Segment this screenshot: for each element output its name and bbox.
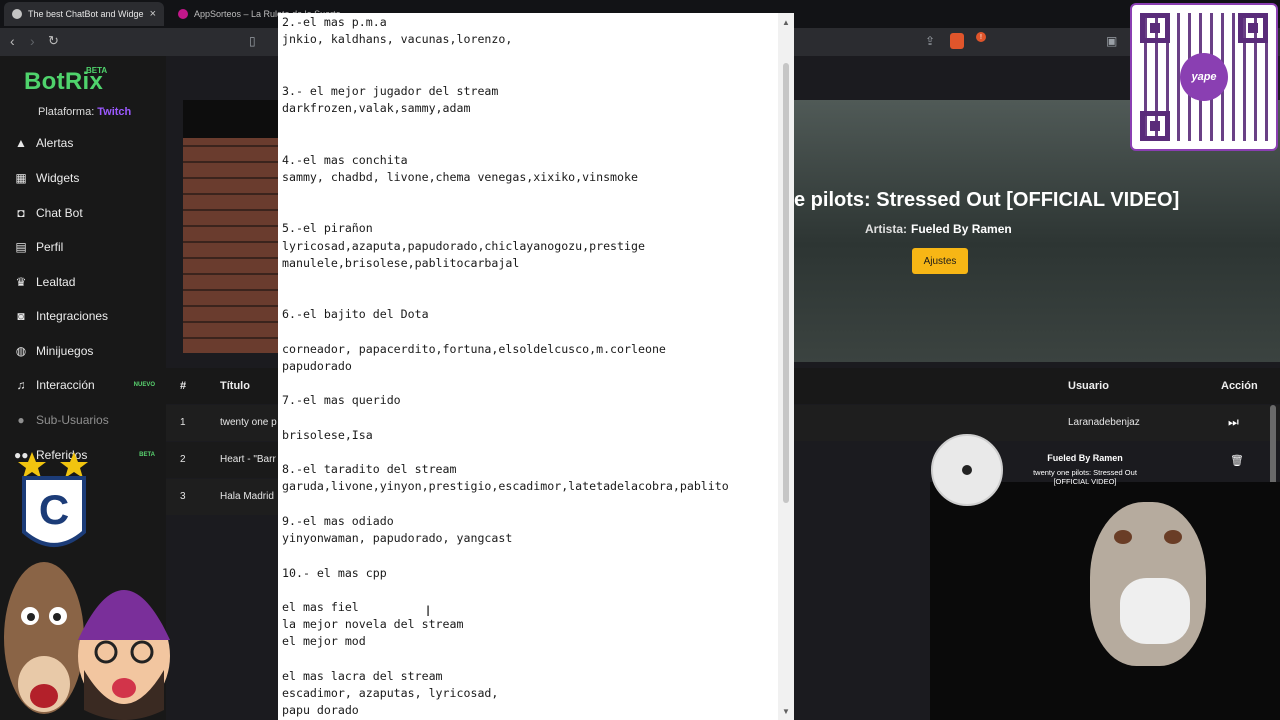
platform-value[interactable]: Twitch xyxy=(97,106,131,118)
sidebar-item-perfil[interactable]: ▤ Perfil xyxy=(14,236,164,258)
column-number: # xyxy=(180,380,187,392)
robot-icon: ◘ xyxy=(17,206,25,220)
tab-title: The best ChatBot and Widge xyxy=(28,9,144,19)
back-icon[interactable]: ‹ xyxy=(10,33,15,49)
reload-icon[interactable]: ↻ xyxy=(48,33,59,49)
donkey-mouth xyxy=(30,684,58,708)
row-number: 3 xyxy=(180,491,186,502)
column-action: Acción xyxy=(1221,380,1258,392)
speaker-icon xyxy=(12,9,22,19)
row-title: Hala Madrid xyxy=(220,491,274,502)
row-number: 2 xyxy=(180,454,186,465)
music-icon: ♫ xyxy=(16,378,26,392)
artist-line: Artista: Fueled By Ramen xyxy=(865,222,1012,236)
qr-finder xyxy=(1140,111,1170,141)
album-art-disc xyxy=(931,434,1003,506)
logo-beta-badge: BETA xyxy=(86,66,108,75)
column-user: Usuario xyxy=(1068,380,1109,392)
rewards-badge-icon[interactable]: ! xyxy=(976,32,986,42)
video-frame xyxy=(183,138,283,353)
text-cursor-icon: I xyxy=(426,604,431,620)
svg-text:C: C xyxy=(39,486,69,533)
monkey-mask xyxy=(1090,502,1206,666)
sidebar-item-integraciones[interactable]: ◙ Integraciones xyxy=(14,305,164,327)
id-card-icon: ▤ xyxy=(15,240,27,254)
sidebar-item-label: Minijuegos xyxy=(36,344,94,358)
sidebar-item-label: Sub-Usuarios xyxy=(36,413,109,427)
mascot-overlay: C xyxy=(4,452,170,720)
share-icon[interactable]: ⇪ xyxy=(925,34,935,48)
qr-finder xyxy=(1238,13,1268,43)
queue-user: Laranadebenjaz xyxy=(1068,417,1140,428)
sidebar-item-minijuegos[interactable]: ◍ Minijuegos xyxy=(14,340,164,362)
star-icon xyxy=(60,452,88,478)
warning-icon: ▲ xyxy=(15,136,27,150)
new-badge: NUEVO xyxy=(133,382,155,388)
overlay-song-title: twenty one pilots: Stressed Out [OFFICIA… xyxy=(1033,468,1137,486)
queue-scrollbar[interactable] xyxy=(1270,405,1276,487)
bookmark-icon[interactable]: ▯ xyxy=(249,34,256,48)
row-number: 1 xyxy=(180,417,186,428)
sidebar-item-interaccion[interactable]: ♫ Interacción NUEVO xyxy=(14,374,164,396)
yape-qr-code: yape xyxy=(1130,3,1278,151)
mask-snout xyxy=(1120,578,1190,644)
sidebar-item-subusuarios[interactable]: ● Sub-Usuarios xyxy=(14,409,164,431)
skip-icon[interactable]: ⏭ xyxy=(1228,415,1239,430)
queue-header: Usuario Acción xyxy=(794,368,1280,404)
gamepad-icon: ◍ xyxy=(15,344,27,358)
row-title: twenty one p xyxy=(220,417,277,428)
trophy-icon: ♛ xyxy=(15,275,27,289)
eye-left xyxy=(1114,530,1132,544)
row-title: Heart - "Barr xyxy=(220,454,276,465)
close-tab-icon[interactable]: × xyxy=(150,8,156,20)
notepad-window[interactable]: 2.-el mas p.m.a jnkio, kaldhans, vacunas… xyxy=(278,13,794,720)
sidebar-item-label: Chat Bot xyxy=(36,206,83,220)
notepad-scrollbar[interactable]: ▲ ▼ xyxy=(778,13,794,720)
video-preview-left[interactable] xyxy=(183,100,283,353)
settings-button[interactable]: Ajustes xyxy=(912,248,968,274)
sidebar-item-label: Integraciones xyxy=(36,309,109,323)
queue-row[interactable]: Laranadebenjaz ⏭ xyxy=(794,405,1280,441)
star-icon xyxy=(18,452,46,478)
artist-name: Fueled By Ramen xyxy=(911,222,1012,236)
sidebar-item-label: Perfil xyxy=(36,240,64,254)
appsorteos-favicon-icon xyxy=(178,9,188,19)
sidebar-item-widgets[interactable]: ▦ Widgets xyxy=(14,167,164,189)
scroll-down-icon[interactable]: ▼ xyxy=(778,702,794,720)
sidebar-item-label: Lealtad xyxy=(36,275,76,289)
eye-right xyxy=(1164,530,1182,544)
trash-icon[interactable]: 🗑 xyxy=(1230,454,1244,467)
browser-tab-botrix[interactable]: The best ChatBot and Widge × xyxy=(4,2,164,26)
sidebar-item-label: Interacción xyxy=(36,378,95,392)
scroll-up-icon[interactable]: ▲ xyxy=(778,13,794,31)
forward-icon[interactable]: › xyxy=(30,33,35,49)
grid-icon: ▦ xyxy=(15,171,27,185)
notepad-text[interactable]: 2.-el mas p.m.a jnkio, kaldhans, vacunas… xyxy=(282,14,772,719)
platform-label: Plataforma: xyxy=(38,106,95,118)
webcam-feed xyxy=(930,482,1280,720)
overlay-artist: Fueled By Ramen xyxy=(1047,453,1123,463)
sidebar-toggle-icon[interactable]: ▣ xyxy=(1106,34,1117,48)
sidebar-item-lealtad[interactable]: ♛ Lealtad xyxy=(14,271,164,293)
sidebar-item-chatbot[interactable]: ◘ Chat Bot xyxy=(14,202,164,224)
user-icon: ● xyxy=(17,413,25,427)
tongue xyxy=(112,678,136,698)
beanie xyxy=(78,590,170,640)
song-title: e pilots: Stressed Out [OFFICIAL VIDEO] xyxy=(794,189,1180,211)
sidebar-item-label: Widgets xyxy=(36,171,80,185)
scroll-thumb[interactable] xyxy=(783,63,789,503)
sidebar-item-label: Alertas xyxy=(36,136,74,150)
yape-logo: yape xyxy=(1180,53,1228,101)
sidebar-item-alertas[interactable]: ▲ Alertas xyxy=(14,132,164,154)
platform-indicator: Plataforma: Twitch xyxy=(38,106,131,118)
column-title: Título xyxy=(220,380,250,392)
artist-label: Artista: xyxy=(865,222,908,236)
plug-icon: ◙ xyxy=(17,309,25,323)
qr-finder xyxy=(1140,13,1170,43)
brave-shield-icon[interactable] xyxy=(950,33,964,49)
